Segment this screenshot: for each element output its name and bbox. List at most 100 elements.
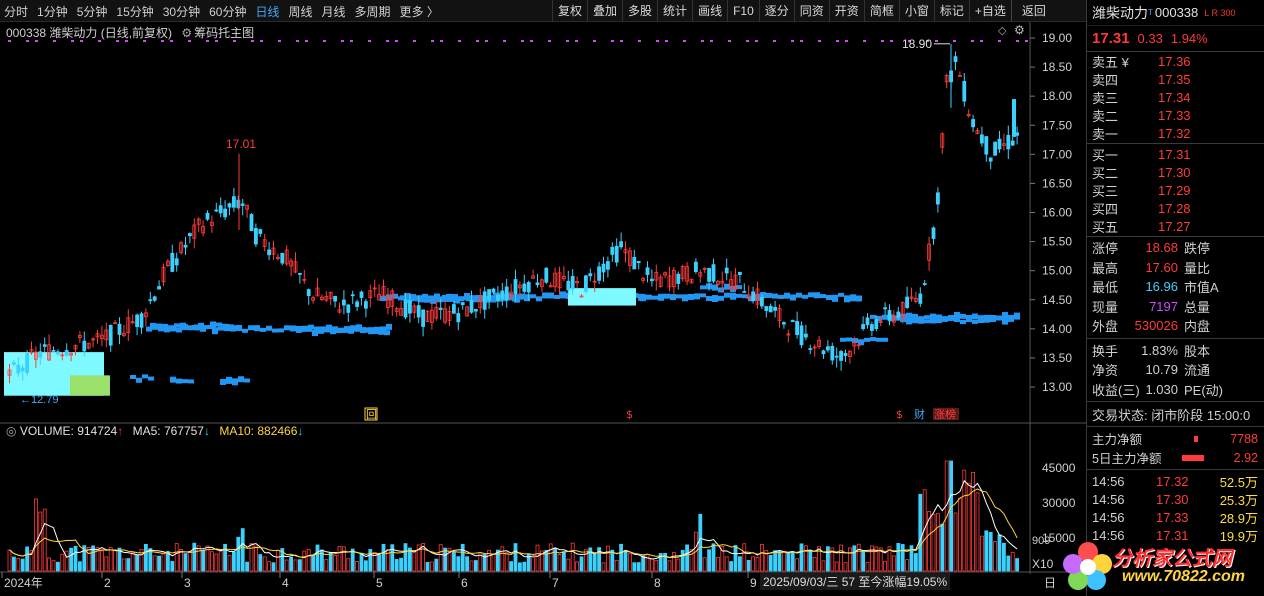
event-marker[interactable]: 涨榜 (934, 407, 956, 421)
tool-button[interactable]: 画线 (692, 0, 727, 22)
ma5-value: 767757 (163, 424, 204, 438)
chip-bar (460, 296, 466, 301)
volume-bar (645, 554, 650, 572)
event-marker[interactable]: 财 (914, 407, 925, 421)
candle-body (804, 333, 808, 338)
bid-price: 17.27 (1158, 218, 1191, 234)
candle-body (363, 301, 368, 309)
period-tab[interactable]: 日线 (255, 3, 279, 20)
chart-canvas[interactable]: 19.00 18.50 18.00 17.50 17.00 16.50 16.00 15.50… (0, 22, 1086, 596)
tool-button[interactable]: 标记 (933, 0, 969, 22)
chip-bar (814, 292, 820, 299)
volume-bar (865, 561, 870, 572)
period-tab[interactable]: 15分钟 (116, 3, 153, 20)
period-tab[interactable]: 30分钟 (163, 3, 200, 20)
ma5-line (9, 479, 1018, 560)
candle-body (742, 291, 747, 293)
chip-bar (284, 325, 290, 331)
chip-bar (700, 293, 706, 298)
ma5-label: MA5: (132, 424, 161, 438)
volume-bar (377, 554, 382, 572)
ask-row[interactable]: 卖五 ¥ 17.36 (1092, 52, 1264, 70)
ask-row[interactable]: 卖一 17.32 (1092, 124, 1264, 142)
volume-bar (161, 553, 166, 572)
signal-dot (521, 40, 524, 42)
chip-bar (724, 292, 730, 298)
bid-row[interactable]: 买三 17.29 (1092, 181, 1264, 199)
event-marker[interactable]: $ (626, 408, 633, 421)
event-marker[interactable]: 回 (366, 408, 377, 421)
tool-button[interactable]: 开资 (828, 0, 864, 22)
period-tab[interactable]: 5分钟 (77, 3, 108, 20)
chip-bar (228, 324, 234, 331)
candle-body (258, 229, 263, 234)
chip-bar (1008, 315, 1014, 322)
ask-price: 17.36 (1158, 53, 1191, 69)
tick-row: 14:56 17.30 25.3万 (1087, 490, 1264, 508)
tool-button[interactable]: 逐分 (758, 0, 794, 22)
chip-bar (384, 330, 390, 336)
event-marker[interactable]: $ (896, 408, 903, 421)
tool-button[interactable]: F10 (727, 0, 759, 22)
period-tab[interactable]: 1分钟 (37, 3, 68, 20)
volume-bar (429, 561, 434, 572)
volume-bar (284, 559, 289, 572)
tool-button[interactable]: 复权 (552, 0, 587, 22)
back-button[interactable]: 返回 (1010, 0, 1056, 22)
period-tab[interactable]: 多周期 (355, 3, 391, 20)
tool-button[interactable]: +自选 (968, 0, 1011, 22)
candle-body (764, 306, 769, 311)
last-price: 17.31 (1092, 30, 1130, 47)
chip-bar (820, 294, 826, 299)
chip-bar (706, 296, 712, 302)
volume-bar (328, 552, 333, 572)
divider (1087, 469, 1264, 470)
volume-bar (614, 559, 619, 572)
divider (1087, 401, 1264, 402)
price-tick-label: 13.00 (1042, 380, 1072, 394)
bid-row[interactable]: 买四 17.28 (1092, 199, 1264, 217)
volume-bar (64, 550, 69, 572)
tool-button[interactable]: 简框 (863, 0, 899, 22)
tool-button[interactable]: 小窗 (898, 0, 934, 22)
chip-bar (832, 294, 838, 302)
bid-row[interactable]: 买一 17.31 (1092, 145, 1264, 163)
candle-body (922, 283, 927, 285)
tool-button[interactable]: 统计 (657, 0, 692, 22)
flow-row: 5日主力净额 2.92 (1087, 448, 1264, 467)
candle-body (606, 261, 610, 270)
period-tab[interactable]: 月线 (322, 3, 346, 20)
bid-row[interactable]: 买五 17.27 (1092, 217, 1264, 235)
candle-body (359, 291, 364, 298)
volume-bar (689, 549, 694, 572)
tool-button[interactable]: 叠加 (587, 0, 622, 22)
toolbar: 分时 1分钟 5分钟 15分钟 30分钟 60分钟 日线 周线 月线 多周期 更多 〉 复权 叠加 多股… (0, 0, 1086, 22)
chip-bar (796, 292, 802, 298)
period-tab[interactable]: 60分钟 (209, 3, 246, 20)
low-annotation: ←12.79 (20, 394, 59, 406)
signal-dot (620, 40, 623, 42)
ask-row[interactable]: 卖四 17.35 (1092, 70, 1264, 88)
collapse-icon[interactable]: ◎ (6, 424, 16, 438)
period-tab[interactable]: 更多 〉 (400, 3, 439, 20)
period-tab[interactable]: 周线 (288, 3, 312, 20)
bid-row[interactable]: 买二 17.30 (1092, 163, 1264, 181)
chip-bar (448, 296, 454, 302)
tool-button[interactable]: 同资 (793, 0, 829, 22)
tool-button[interactable]: 多股 (622, 0, 657, 22)
volume-bar (548, 543, 553, 572)
period-tab[interactable]: 分时 (4, 3, 28, 20)
chip-bar (216, 322, 222, 327)
candle-body (240, 203, 245, 206)
chip-bar (192, 324, 198, 330)
stat-label: 收益(三) (1092, 382, 1140, 398)
ask-row[interactable]: 卖二 17.33 (1092, 106, 1264, 124)
tick-volume: 52.5万 (1219, 474, 1258, 490)
volume-bar (790, 551, 795, 572)
stat-row: 涨停 18.68 跌停 (1092, 238, 1264, 258)
chip-bar (386, 323, 392, 330)
signal-dot (188, 40, 191, 42)
candle-body (773, 306, 777, 311)
volume-bar (746, 560, 751, 572)
ask-row[interactable]: 卖三 17.34 (1092, 88, 1264, 106)
